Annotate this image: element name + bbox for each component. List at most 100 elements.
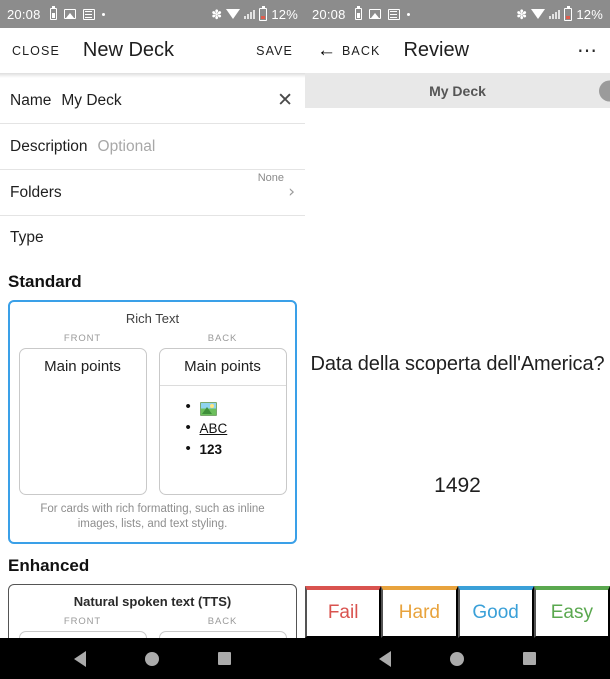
screenshot-root: 20:08 ✽ 12% CLOSE New Deck SAVE Name My …	[0, 0, 610, 679]
rating-easy-button[interactable]: Easy	[533, 586, 610, 638]
battery-saver-icon	[49, 6, 57, 20]
template-front: FRONT Main points	[18, 333, 147, 495]
bullet-image	[186, 398, 286, 416]
folders-value: None	[257, 172, 284, 184]
front-label-tts: FRONT	[63, 616, 102, 627]
status-bar-left: 20:08 ✽ 12%	[0, 0, 305, 28]
status-left-icons	[49, 6, 105, 20]
template-description: For cards with rich formatting, such as …	[40, 503, 265, 530]
chevron-right-icon[interactable]: ›	[288, 184, 295, 201]
front-label: FRONT	[63, 333, 102, 344]
section-heading-standard: Standard	[8, 272, 82, 291]
list-icon	[82, 8, 95, 20]
front-preview-title: Main points	[44, 358, 121, 375]
status-left-icons-right	[354, 6, 410, 20]
image-icon	[368, 9, 381, 19]
page-title: New Deck	[82, 39, 175, 61]
status-right-icons-right: ✽ 12%	[516, 5, 603, 22]
battery-saver-icon	[354, 6, 362, 20]
signal-icon	[549, 9, 561, 19]
bluetooth-icon: ✽	[211, 6, 223, 22]
back-arrow-icon[interactable]: ←	[317, 41, 336, 60]
template-sides: FRONT Main points BACK Main points • • A…	[18, 333, 287, 495]
close-button[interactable]: CLOSE	[12, 44, 60, 58]
folders-row[interactable]: Folders None ›	[0, 170, 305, 216]
bullet-abc: ABC	[186, 419, 286, 437]
template-front-tts: FRONT	[18, 616, 147, 638]
review-card-area: Data della scoperta dell'America? 1492 F…	[305, 108, 610, 638]
name-label: Name	[10, 91, 52, 109]
status-time: 20:08	[7, 6, 41, 22]
card-question: Data della scoperta dell'America?	[310, 353, 605, 375]
back-preview-title: Main points	[159, 349, 286, 386]
right-pane-review: 20:08 ✽ 12% ← BACK Review ⋯ My Deck Data…	[305, 0, 610, 638]
template-title: Rich Text	[125, 311, 180, 326]
back-preview-bullets: ABC 123	[160, 386, 286, 458]
name-row[interactable]: Name My Deck ✕	[0, 78, 305, 124]
navigation-bar-left	[0, 638, 305, 679]
nav-recents-icon[interactable]	[523, 652, 537, 665]
left-pane-new-deck: 20:08 ✽ 12% CLOSE New Deck SAVE Name My …	[0, 0, 305, 638]
clear-icon[interactable]: ✕	[277, 91, 295, 110]
list-icon	[387, 8, 400, 20]
navigation-bars	[0, 638, 610, 679]
deck-name-bar: My Deck	[305, 73, 610, 108]
rating-buttons: Fail Hard Good Easy	[305, 586, 610, 638]
bullet-abc-text: ABC	[199, 421, 228, 436]
rating-hard-button[interactable]: Hard	[381, 586, 458, 638]
bullet-123: 123	[186, 440, 286, 458]
folders-label: Folders	[10, 183, 62, 201]
rating-fail-button[interactable]: Fail	[305, 586, 382, 638]
card-answer: 1492	[434, 474, 481, 497]
status-bar-right: 20:08 ✽ 12%	[305, 0, 610, 28]
back-label-tts: BACK	[207, 616, 238, 627]
overflow-menu-icon[interactable]: ⋯	[577, 41, 598, 61]
dual-pane-container: 20:08 ✽ 12% CLOSE New Deck SAVE Name My …	[0, 0, 610, 638]
battery-icon	[259, 5, 268, 21]
type-label: Type	[10, 229, 44, 246]
rating-good-button[interactable]: Good	[457, 586, 534, 638]
template-card-rich-text[interactable]: Rich Text FRONT Main points BACK Main po…	[8, 300, 297, 544]
nav-back-icon[interactable]	[73, 650, 86, 667]
navigation-bar-right	[305, 638, 610, 679]
back-preview-tts	[158, 631, 287, 638]
image-thumbnail-icon	[199, 401, 217, 416]
description-label: Description	[10, 137, 88, 155]
description-row[interactable]: Description Optional	[0, 124, 305, 170]
nav-back-icon[interactable]	[378, 650, 391, 667]
signal-icon	[244, 9, 256, 19]
name-input[interactable]: My Deck	[61, 92, 121, 110]
wifi-icon	[531, 9, 546, 19]
deck-name: My Deck	[429, 82, 486, 99]
battery-icon	[564, 5, 573, 21]
template-sides-tts: FRONT BACK	[17, 616, 288, 638]
back-label: BACK	[207, 333, 238, 344]
back-button[interactable]: BACK	[342, 44, 380, 58]
template-back: BACK Main points ABC 123	[158, 333, 287, 495]
wifi-icon	[226, 9, 241, 19]
status-time-right: 20:08	[312, 6, 346, 22]
front-preview: Main points	[18, 348, 147, 495]
status-right-icons: ✽ 12%	[211, 5, 298, 22]
back-preview: Main points ABC 123	[158, 348, 287, 495]
battery-percent-right: 12%	[576, 6, 603, 22]
right-app-bar: ← BACK Review ⋯	[305, 28, 610, 73]
front-preview-tts	[18, 631, 147, 638]
description-input[interactable]: Optional	[98, 138, 156, 156]
bluetooth-icon: ✽	[516, 6, 528, 22]
review-title: Review	[403, 39, 470, 61]
nav-home-icon[interactable]	[449, 651, 464, 666]
dot-icon	[101, 12, 105, 16]
nav-home-icon[interactable]	[144, 651, 159, 666]
left-app-bar: CLOSE New Deck SAVE	[0, 28, 305, 73]
dot-icon	[406, 12, 410, 16]
template-back-tts: BACK	[158, 616, 287, 638]
bullet-123-text: 123	[199, 442, 223, 457]
progress-knob-icon[interactable]	[599, 80, 610, 101]
template-title-tts: Natural spoken text (TTS)	[73, 594, 232, 609]
template-card-tts[interactable]: Natural spoken text (TTS) FRONT BACK	[8, 584, 297, 638]
battery-percent: 12%	[271, 6, 298, 22]
save-button[interactable]: SAVE	[256, 44, 293, 58]
type-row[interactable]: Type	[0, 216, 305, 260]
nav-recents-icon[interactable]	[218, 652, 232, 665]
